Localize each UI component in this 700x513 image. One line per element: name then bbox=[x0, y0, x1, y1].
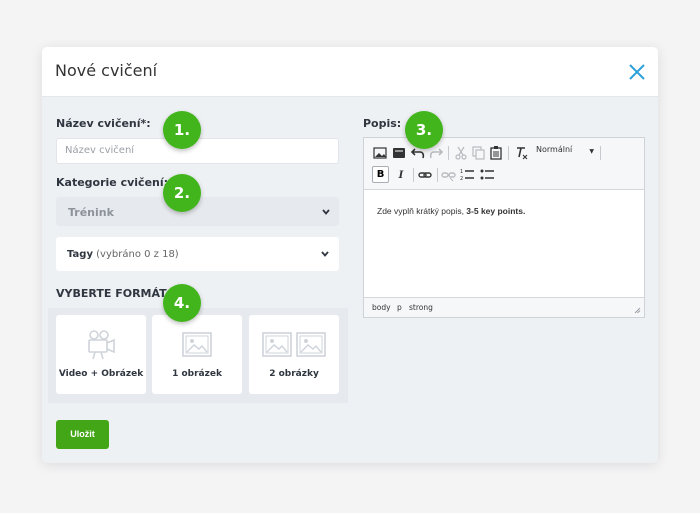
path-p[interactable]: p bbox=[397, 303, 402, 312]
name-input[interactable]: Název cvičení bbox=[56, 138, 339, 164]
svg-text:2: 2 bbox=[460, 176, 463, 182]
step-badge-3: 3. bbox=[405, 111, 443, 149]
format-label: 2 obrázky bbox=[269, 369, 319, 379]
category-label: Kategorie cvičení: bbox=[56, 176, 169, 189]
chevron-down-icon bbox=[321, 251, 329, 257]
bullet-list-icon[interactable] bbox=[479, 167, 495, 183]
chevron-down-icon bbox=[322, 209, 330, 215]
save-button[interactable]: Uložit bbox=[56, 420, 109, 449]
format-video-image[interactable]: Video + Obrázek bbox=[56, 315, 146, 394]
editor-toolbar: Normální ▼ B I 1 2 bbox=[364, 138, 644, 190]
tags-count: (vybráno 0 z 18) bbox=[96, 249, 179, 260]
cut-icon[interactable] bbox=[453, 145, 469, 161]
format-label: Video + Obrázek bbox=[58, 369, 144, 379]
paste-icon[interactable] bbox=[488, 145, 504, 161]
name-label: Název cvičení*: bbox=[56, 117, 151, 130]
remove-format-icon[interactable] bbox=[513, 145, 529, 161]
step-badge-1: 1. bbox=[163, 111, 201, 149]
path-strong[interactable]: strong bbox=[409, 303, 433, 312]
tags-select[interactable]: Tagy (vybráno 0 z 18) bbox=[56, 237, 339, 271]
copy-icon[interactable] bbox=[470, 145, 486, 161]
link-icon[interactable] bbox=[417, 167, 433, 183]
bold-button[interactable]: B bbox=[372, 166, 389, 183]
dropdown-arrow-icon: ▼ bbox=[589, 148, 594, 155]
video-camera-icon bbox=[88, 330, 115, 360]
two-images-icon bbox=[262, 332, 326, 357]
italic-button[interactable]: I bbox=[393, 167, 409, 183]
paragraph-format-select[interactable]: Normální ▼ bbox=[536, 145, 596, 159]
format-one-image[interactable]: 1 obrázek bbox=[152, 315, 242, 394]
description-label: Popis: bbox=[363, 117, 402, 130]
step-badge-2: 2. bbox=[163, 174, 201, 212]
format-value: Normální bbox=[536, 145, 573, 154]
svg-text:1: 1 bbox=[460, 169, 463, 175]
unlink-icon[interactable] bbox=[440, 167, 456, 183]
rich-text-editor: Normální ▼ B I 1 2 Zde vyplň krátký popi… bbox=[363, 137, 645, 318]
numbered-list-icon[interactable]: 1 2 bbox=[459, 167, 475, 183]
format-label: 1 obrázek bbox=[172, 369, 222, 379]
modal-title: Nové cvičení bbox=[55, 61, 158, 80]
new-exercise-modal: Nové cvičení Název cvičení*: Název cviče… bbox=[42, 47, 658, 463]
content-bold-text: 3-5 key points. bbox=[466, 206, 526, 216]
format-options: Video + Obrázek 1 obrázek 2 obrázky bbox=[48, 308, 348, 403]
resize-handle-icon[interactable] bbox=[634, 307, 641, 314]
step-badge-4: 4. bbox=[163, 284, 201, 322]
format-heading: VYBERTE FORMÁT bbox=[56, 287, 167, 300]
close-icon[interactable] bbox=[628, 63, 646, 81]
editor-content[interactable]: Zde vyplň krátký popis, 3-5 key points. bbox=[377, 206, 525, 216]
image-icon bbox=[182, 332, 212, 357]
editor-statusbar: body p strong bbox=[364, 297, 644, 317]
format-two-images[interactable]: 2 obrázky bbox=[249, 315, 339, 394]
modal-header: Nové cvičení bbox=[42, 47, 658, 97]
category-value: Trénink bbox=[68, 206, 114, 219]
insert-image-icon[interactable] bbox=[372, 145, 388, 161]
path-body[interactable]: body bbox=[372, 303, 391, 312]
youtube-icon[interactable] bbox=[391, 145, 407, 161]
tags-label: Tagy bbox=[67, 249, 93, 260]
